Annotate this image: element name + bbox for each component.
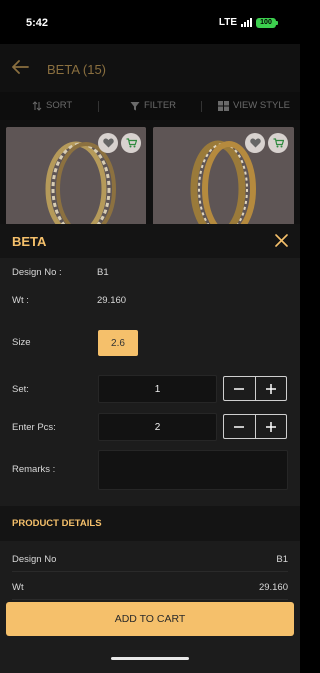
size-label: Size [12,337,31,348]
favorite-button[interactable] [245,133,265,153]
detail-value: 29.160 [258,582,288,593]
page-title: BETA (15) [47,62,107,77]
set-quantity-field[interactable]: 1 [98,375,217,403]
detail-row-weight: Wt 29.160 [12,572,288,600]
view-style-label: VIEW STYLE [233,100,291,111]
toolbar-divider [98,101,99,112]
sort-button[interactable]: SORT [32,100,72,111]
detail-key: Wt [12,582,24,593]
product-card[interactable] [153,127,294,227]
battery-icon: 100 [256,17,278,28]
detail-row-design-no: Design No B1 [12,544,288,572]
filter-label: FILTER [144,100,177,111]
arrow-left-icon[interactable] [12,60,29,74]
filter-button[interactable]: FILTER [130,100,176,111]
cart-icon [126,138,137,148]
filter-icon [130,101,140,110]
pcs-increment-button[interactable] [254,415,287,438]
detail-value: B1 [276,554,288,565]
app-header: BETA (15) [0,44,300,92]
toolbar-divider [201,101,202,112]
remarks-input[interactable] [98,450,288,490]
add-to-cart-quick-button[interactable] [121,133,141,153]
minus-icon [234,387,245,390]
home-indicator [111,657,189,660]
pcs-label: Enter Pcs: [12,422,56,433]
add-to-cart-quick-button[interactable] [268,133,288,153]
remarks-label: Remarks : [12,464,56,475]
weight-value: 29.160 [97,295,127,306]
minus-icon [234,425,245,428]
heart-icon [102,138,114,148]
product-card[interactable] [6,127,146,227]
product-details-header: PRODUCT DETAILS [0,506,300,541]
set-increment-button[interactable] [254,377,287,400]
plus-icon [265,383,276,394]
heart-icon [249,138,261,148]
size-option-selected[interactable]: 2.6 [98,330,138,356]
product-grid [0,120,300,227]
close-icon[interactable] [275,234,288,247]
set-label: Set: [12,384,29,395]
battery-level: 100 [256,17,276,28]
grid-view-icon [218,100,229,111]
cart-icon [273,138,284,148]
product-details-title: PRODUCT DETAILS [12,518,102,529]
sheet-header: BETA [0,224,300,258]
signal-icon [241,18,252,27]
sheet-title: BETA [12,234,47,249]
pcs-quantity-field[interactable]: 2 [98,413,217,441]
favorite-button[interactable] [98,133,118,153]
pcs-decrement-button[interactable] [224,415,255,438]
status-indicators: LTE 100 [219,17,278,28]
design-no-label: Design No : [12,267,62,278]
design-no-value: B1 [97,267,109,278]
sort-icon [32,100,42,111]
set-decrement-button[interactable] [224,377,255,400]
weight-label: Wt : [12,295,29,306]
status-time: 5:42 [26,17,49,29]
add-to-cart-button[interactable]: ADD TO CART [6,602,294,636]
plus-icon [265,421,276,432]
sort-filter-toolbar: SORT FILTER VIEW STYLE [0,92,300,120]
status-bar: 5:42 LTE 100 [0,0,300,44]
detail-key: Design No [12,554,57,565]
view-style-button[interactable]: VIEW STYLE [218,100,290,111]
pcs-quantity-stepper [223,414,287,439]
network-label: LTE [218,17,237,28]
sort-label: SORT [46,100,73,111]
set-quantity-stepper [223,376,287,401]
